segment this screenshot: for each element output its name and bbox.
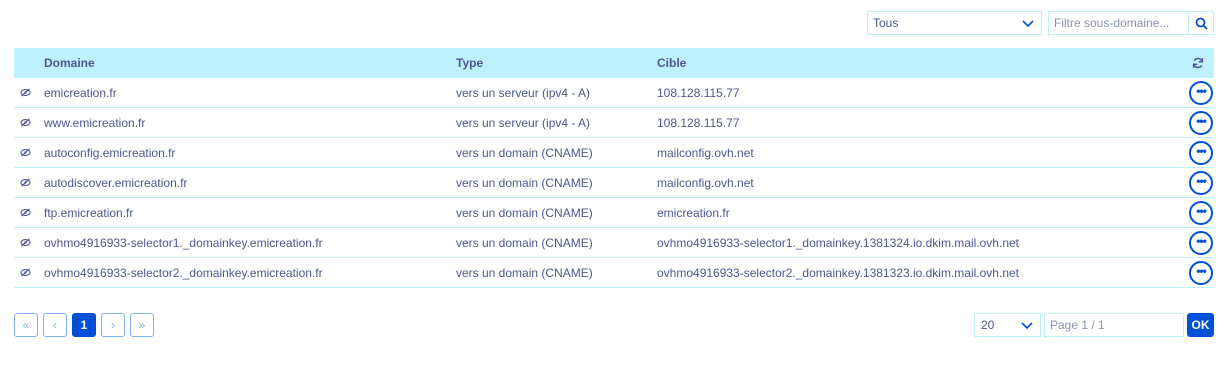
cell-domain: ftp.emicreation.fr	[44, 205, 134, 220]
eye-slash-icon	[20, 238, 31, 247]
more-options-button[interactable]: •••	[1189, 140, 1213, 165]
more-options-icon: •••	[1196, 83, 1207, 98]
current-page-button[interactable]: 1	[72, 313, 96, 337]
cell-domain: autoconfig.emicreation.fr	[44, 145, 176, 160]
search-button[interactable]	[1188, 11, 1214, 35]
table-row: ovhmo4916933-selector1._domainkey.emicre…	[14, 228, 1214, 258]
header-domain: Domaine	[44, 56, 95, 70]
subdomain-search-input[interactable]	[1048, 11, 1188, 35]
more-options-button[interactable]: •••	[1189, 110, 1213, 135]
record-type-select[interactable]: Tous	[867, 11, 1042, 35]
first-page-button[interactable]: «	[14, 313, 38, 337]
table-row: ovhmo4916933-selector2._domainkey.emicre…	[14, 258, 1214, 288]
header-target: Cible	[657, 56, 687, 70]
cell-domain: ovhmo4916933-selector2._domainkey.emicre…	[44, 265, 323, 280]
cell-domain: autodiscover.emicreation.fr	[44, 175, 188, 190]
cell-target: ovhmo4916933-selector2._domainkey.138132…	[657, 265, 1019, 280]
page-size-select[interactable]: 20	[974, 313, 1041, 337]
cell-target: 108.128.115.77	[657, 85, 740, 100]
table-row: autoconfig.emicreation.fr vers un domain …	[14, 138, 1214, 168]
go-to-page-button[interactable]: OK	[1187, 313, 1214, 337]
cell-domain: ovhmo4916933-selector1._domainkey.emicre…	[44, 235, 323, 250]
more-options-icon: •••	[1196, 233, 1207, 248]
cell-domain: emicreation.fr	[44, 85, 117, 100]
more-options-button[interactable]: •••	[1189, 170, 1213, 195]
more-options-icon: •••	[1196, 203, 1207, 218]
more-options-button[interactable]: •••	[1189, 230, 1213, 255]
cell-domain: www.emicreation.fr	[44, 115, 146, 130]
record-type-value: Tous	[873, 16, 899, 30]
cell-type: vers un domain (CNAME)	[456, 205, 593, 220]
pagination: « ‹ 1 › »	[14, 313, 154, 337]
cell-type: vers un domain (CNAME)	[456, 235, 593, 250]
eye-slash-icon	[20, 118, 31, 127]
more-options-icon: •••	[1196, 113, 1207, 128]
eye-slash-icon	[20, 148, 31, 157]
cell-type: vers un domain (CNAME)	[456, 175, 593, 190]
table-row: www.emicreation.fr vers un serveur (ipv4 …	[14, 108, 1214, 138]
more-options-icon: •••	[1196, 173, 1207, 188]
table-row: emicreation.fr vers un serveur (ipv4 - A)…	[14, 78, 1214, 108]
cell-target: ovhmo4916933-selector1._domainkey.138132…	[657, 235, 1019, 250]
chevron-down-icon	[1022, 20, 1034, 28]
cell-target: 108.128.115.77	[657, 115, 740, 130]
table-row: ftp.emicreation.fr vers un domain (CNAME)…	[14, 198, 1214, 228]
last-page-button[interactable]: »	[130, 313, 154, 337]
more-options-icon: •••	[1196, 143, 1207, 158]
eye-slash-icon	[20, 178, 31, 187]
chevron-down-icon	[1021, 322, 1033, 330]
page-number-input[interactable]	[1044, 313, 1184, 337]
cell-target: emicreation.fr	[657, 205, 730, 220]
cell-type: vers un serveur (ipv4 - A)	[456, 85, 591, 100]
page-controls: 20 OK	[974, 313, 1214, 337]
table-row: autodiscover.emicreation.fr vers un domai…	[14, 168, 1214, 198]
cell-type: vers un serveur (ipv4 - A)	[456, 115, 591, 130]
cell-type: vers un domain (CNAME)	[456, 265, 593, 280]
prev-page-button[interactable]: ‹	[43, 313, 67, 337]
page-size-value: 20	[981, 318, 995, 332]
search-box	[1048, 11, 1214, 35]
table-header: Domaine Type Cible	[14, 48, 1214, 78]
more-options-button[interactable]: •••	[1189, 260, 1213, 285]
cell-target: mailconfig.ovh.net	[657, 175, 754, 190]
refresh-icon	[1192, 57, 1204, 69]
eye-slash-icon	[20, 208, 31, 217]
refresh-button[interactable]	[1174, 57, 1214, 69]
header-type: Type	[456, 56, 484, 70]
search-icon	[1195, 17, 1208, 30]
more-options-icon: •••	[1196, 263, 1207, 278]
cell-target: mailconfig.ovh.net	[657, 145, 754, 160]
toolbar: Tous	[867, 11, 1214, 35]
more-options-button[interactable]: •••	[1189, 80, 1213, 105]
next-page-button[interactable]: ›	[101, 313, 125, 337]
cell-type: vers un domain (CNAME)	[456, 145, 593, 160]
eye-slash-icon	[20, 268, 31, 277]
dns-records-table: Domaine Type Cible emicreation.fr vers un…	[14, 48, 1214, 288]
table-body: emicreation.fr vers un serveur (ipv4 - A)…	[14, 78, 1214, 288]
eye-slash-icon	[20, 88, 31, 97]
more-options-button[interactable]: •••	[1189, 200, 1213, 225]
